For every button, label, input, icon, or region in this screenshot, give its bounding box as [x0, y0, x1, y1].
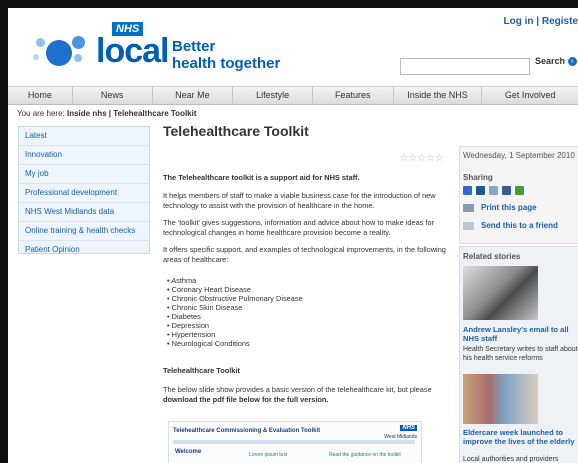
- print-page-link[interactable]: Print this page: [463, 203, 537, 212]
- sidebar-item-nhs-west-midlands-data[interactable]: NHS West Midlands data: [19, 203, 149, 222]
- logo-dot-tiny: [33, 54, 39, 60]
- slide-column-3: Read the guidance on the toolkit: [329, 452, 401, 458]
- conditions-list: Asthma Coronary Heart Disease Chronic Ob…: [167, 276, 303, 348]
- nav-near-me[interactable]: Near Me: [153, 87, 234, 104]
- search-go-icon: ›: [567, 57, 577, 67]
- nhs-local-logo[interactable]: NHS local Better health together: [28, 18, 288, 78]
- logo-tagline-line1: Better: [172, 38, 216, 55]
- story-2-description: Local authorities and providers: [463, 456, 559, 463]
- nav-news[interactable]: News: [73, 87, 153, 104]
- breadcrumb-path[interactable]: Inside nhs | Telehealthcare Toolkit: [67, 109, 197, 118]
- delicious-icon[interactable]: [463, 186, 472, 195]
- article-para-4: The below slide show provides a basic ve…: [163, 385, 446, 404]
- date-sharing-panel: Wednesday, 1 September 2010 Sharing Prin…: [459, 146, 578, 244]
- article-para-3: It offers specific support, and examples…: [163, 245, 446, 264]
- download-pdf-link[interactable]: download the pdf file below for the full…: [163, 395, 328, 404]
- page: NHS local Better health together Log in …: [8, 8, 578, 463]
- print-page-label: Print this page: [481, 203, 537, 212]
- logo-dot-large: [46, 40, 72, 66]
- list-item: Coronary Heart Disease: [167, 285, 303, 294]
- facebook-icon[interactable]: [502, 186, 511, 195]
- story-image-keyboard[interactable]: [463, 266, 538, 320]
- rating-stars[interactable]: ☆☆☆☆☆: [399, 153, 444, 164]
- nav-features[interactable]: Features: [313, 87, 394, 104]
- list-item: Diabetes: [167, 312, 303, 321]
- search-button-label: Search: [535, 56, 566, 66]
- story-2-title-link[interactable]: Eldercare week launched to improve the l…: [463, 428, 578, 446]
- sidebar-item-professional-development[interactable]: Professional development: [19, 184, 149, 203]
- reddit-icon[interactable]: [489, 186, 498, 195]
- list-item: Depression: [167, 321, 303, 330]
- nav-home[interactable]: Home: [8, 87, 73, 104]
- slide-column-2: Lorem ipsum text: [249, 452, 288, 458]
- sidebar-item-latest[interactable]: Latest: [19, 127, 149, 146]
- nav-inside-the-nhs[interactable]: Inside the NHS: [394, 87, 483, 104]
- slide-welcome: Welcome: [175, 449, 202, 455]
- sidebar-item-innovation[interactable]: Innovation: [19, 146, 149, 165]
- article-para-1: It helps members of staff to make a viab…: [163, 191, 436, 210]
- related-stories-heading: Related stories: [463, 252, 521, 261]
- search-input[interactable]: [400, 58, 530, 75]
- slide-divider: [173, 440, 415, 444]
- sidebar-item-online-training[interactable]: Online training & health checks: [19, 222, 149, 241]
- article-subheading: Telehealthcare Toolkit: [163, 366, 240, 375]
- breadcrumb-prefix: You are here:: [17, 109, 65, 118]
- article-body: ☆☆☆☆☆ The Telehealthcare toolkit is a su…: [163, 151, 446, 463]
- story-1-title-link[interactable]: Andrew Lansley's email to all NHS staff: [463, 325, 578, 343]
- section-sidebar: Latest Innovation My job Professional de…: [18, 126, 150, 254]
- list-item: Chronic Skin Disease: [167, 303, 303, 312]
- current-date: Wednesday, 1 September 2010: [463, 151, 575, 160]
- stumbleupon-icon[interactable]: [515, 186, 524, 195]
- slide-title: Telehealthcare Commissioning & Evaluatio…: [173, 428, 321, 434]
- logo-dot-small2: [74, 54, 82, 62]
- digg-icon[interactable]: [476, 186, 485, 195]
- list-item: Asthma: [167, 276, 303, 285]
- story-1-description: Health Secretary writes to staff about h…: [463, 346, 578, 362]
- main-nav: Home News Near Me Lifestyle Features Ins…: [8, 86, 578, 105]
- site-header: NHS local Better health together Log in …: [8, 8, 578, 86]
- logo-dot-medium: [72, 36, 85, 49]
- send-to-friend-label: Send this to a friend: [481, 221, 558, 230]
- printer-icon: [463, 203, 474, 212]
- search-button[interactable]: Search ›: [535, 56, 577, 67]
- share-icons: [463, 186, 524, 195]
- page-title: Telehealthcare Toolkit: [163, 123, 309, 139]
- list-item: Hypertension: [167, 330, 303, 339]
- logo-tagline-line2: health together: [172, 55, 281, 72]
- envelope-icon: [463, 221, 474, 230]
- sidebar-item-patient-opinion[interactable]: Patient Opinion: [19, 241, 149, 259]
- nav-lifestyle[interactable]: Lifestyle: [233, 87, 313, 104]
- list-item: Neurological Conditions: [167, 339, 303, 348]
- story-image-elderly[interactable]: [463, 374, 538, 424]
- related-stories-panel: Related stories Andrew Lansley's email t…: [459, 246, 578, 463]
- slide-nhs-logo: NHS: [400, 425, 417, 431]
- article-intro: The Telehealthcare toolkit is a support …: [163, 173, 360, 182]
- send-to-friend-link[interactable]: Send this to a friend: [463, 221, 558, 230]
- login-register-link[interactable]: Log in | Registe: [504, 16, 578, 27]
- slideshow-thumbnail[interactable]: Telehealthcare Commissioning & Evaluatio…: [168, 421, 422, 463]
- list-item: Chronic Obstructive Pulmonary Disease: [167, 294, 303, 303]
- article-para-2: The 'toolkit' gives suggestions, informa…: [163, 218, 435, 237]
- sharing-heading: Sharing: [463, 173, 493, 182]
- logo-dot-small: [36, 38, 45, 47]
- nav-get-involved[interactable]: Get Involved: [482, 87, 578, 104]
- sidebar-item-my-job[interactable]: My job: [19, 165, 149, 184]
- breadcrumb: You are here: Inside nhs | Telehealthcar…: [17, 109, 197, 118]
- logo-local-text: local: [96, 32, 169, 70]
- article-para-4-text: The below slide show provides a basic ve…: [163, 385, 432, 394]
